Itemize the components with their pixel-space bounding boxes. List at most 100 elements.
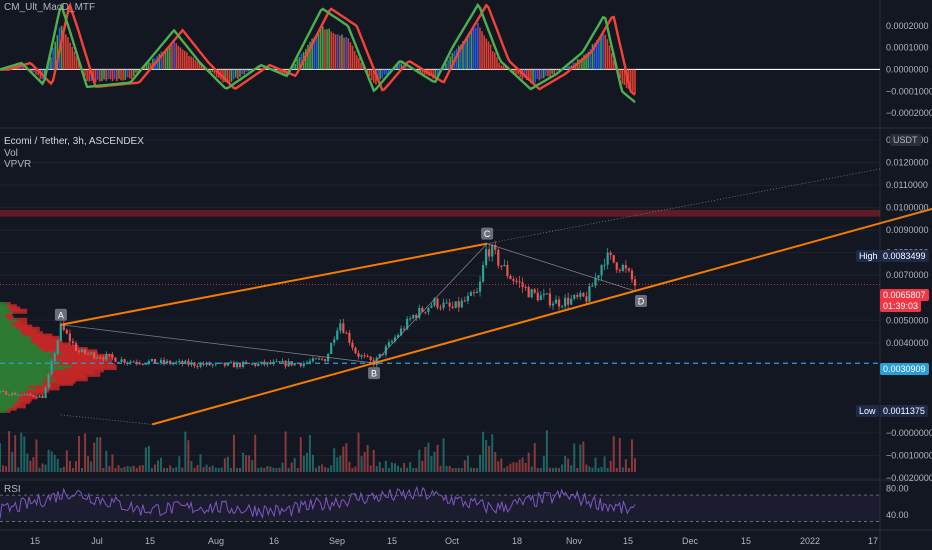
volume-bar (74, 461, 77, 472)
volume-bar (93, 442, 96, 472)
vpvr-label[interactable]: VPVR (4, 159, 31, 171)
candle-body (469, 292, 473, 296)
candle-body (451, 306, 454, 308)
volume-bar (366, 445, 369, 472)
candle-body (8, 394, 11, 396)
volume-bar (123, 466, 126, 472)
candle-body (59, 323, 62, 341)
macd-tick-label: −0.0001000 (886, 86, 932, 96)
volume-bar (403, 463, 406, 472)
volume-bar (8, 431, 11, 472)
time-tick-label: 15 (387, 536, 397, 546)
candle-body (615, 262, 618, 270)
price-tick-label: −0.0020000 (886, 473, 932, 483)
candle-body (497, 249, 500, 266)
volume-bar (479, 454, 482, 472)
candle-body (621, 265, 624, 271)
volume-bar (527, 452, 530, 472)
volume-bar (412, 467, 415, 472)
candle-body (1, 390, 5, 392)
macd-indicator-title: CM_Ult_MacD_MTF (4, 2, 96, 13)
volume-bar (624, 459, 627, 472)
volume-bar (29, 460, 32, 472)
candle-body (548, 293, 552, 306)
volume-bar (53, 454, 56, 472)
pattern-marker-label: D (638, 296, 645, 306)
candle-body (539, 295, 542, 301)
volume-bar (339, 455, 342, 472)
volume-bar (545, 430, 548, 472)
pattern-marker-label: B (371, 369, 377, 379)
time-tick-label: 15 (623, 536, 633, 546)
candle-body (488, 249, 491, 257)
volume-bar (333, 448, 336, 472)
volume-bar (147, 445, 150, 472)
volume-bar (14, 435, 17, 472)
candle-body (600, 265, 603, 276)
volume-bar (11, 451, 14, 472)
candle-body (339, 323, 342, 331)
volume-bar (184, 431, 187, 472)
candle-body (284, 360, 287, 367)
volume-bar (187, 440, 190, 472)
chart-canvas[interactable]: 0.01300000.01200000.01100000.01000000.00… (0, 0, 932, 550)
candle-body (545, 293, 548, 295)
symbol-title[interactable]: Ecomi / Tether, 3h, ASCENDEX (4, 136, 144, 148)
volume-bar (348, 461, 351, 472)
volume-bar (68, 460, 71, 472)
volume-bar (144, 447, 147, 472)
candle-body (129, 361, 132, 363)
candle-body (466, 295, 469, 302)
volume-bar (135, 467, 138, 472)
candle-body (144, 363, 147, 365)
volume-bar (606, 467, 609, 472)
volume-bar (591, 467, 594, 472)
candle-body (238, 362, 242, 368)
volume-bar (397, 465, 400, 472)
volume-bar (363, 452, 366, 472)
candle-body (14, 392, 17, 395)
volume-bar (178, 456, 181, 472)
volume-bar (84, 433, 87, 472)
volume-bar (50, 451, 53, 472)
candle-body (609, 252, 612, 256)
candle-body (266, 362, 269, 365)
candle-body (360, 355, 363, 357)
candle-body (612, 255, 615, 263)
volume-bar (384, 460, 387, 472)
candle-body (618, 269, 621, 271)
candle-body (481, 265, 485, 282)
candle-body (323, 359, 327, 362)
candle-body (585, 296, 588, 302)
candle-body (47, 374, 50, 388)
volume-bar (634, 458, 636, 472)
candle-body (475, 291, 479, 294)
volume-bar (409, 462, 412, 472)
volume-bar (17, 467, 20, 472)
candle-body (457, 301, 460, 308)
candle-body (248, 362, 251, 364)
volume-bar (515, 462, 518, 472)
currency-badge[interactable]: USDT (890, 134, 921, 146)
volume-bar (35, 439, 38, 472)
volume-bar (469, 467, 472, 472)
candle-body (527, 287, 530, 298)
volume-bar (375, 466, 378, 472)
volume-bar (621, 467, 624, 472)
volume-bar (290, 462, 293, 472)
price-tick-label: 0.0070000 (886, 270, 929, 280)
price-tick-label: −0.0010000 (886, 450, 932, 460)
volume-bar (242, 452, 245, 472)
volume-bar (120, 467, 123, 472)
candle-body (333, 339, 336, 343)
rsi-label[interactable]: RSI (4, 484, 21, 496)
volume-bar (62, 466, 65, 472)
volume-bar (217, 468, 220, 472)
volume-bar (223, 458, 226, 472)
candle-body (50, 361, 53, 375)
candle-body (366, 356, 369, 358)
candle-body (251, 363, 254, 365)
volume-bar (618, 437, 621, 472)
volume-bar (318, 465, 321, 472)
volume-bar (108, 466, 111, 472)
